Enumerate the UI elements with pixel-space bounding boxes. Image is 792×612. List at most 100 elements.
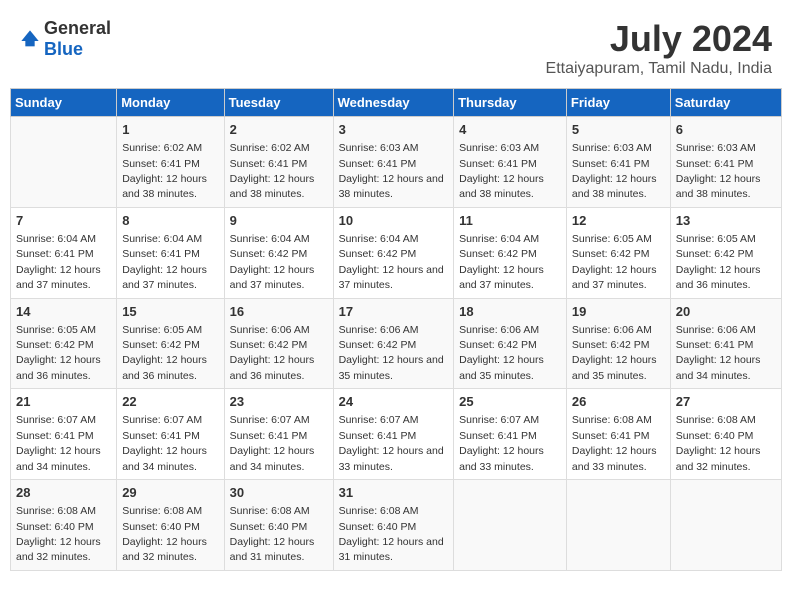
day-number: 17 <box>339 303 449 321</box>
day-detail: Sunrise: 6:03 AMSunset: 6:41 PMDaylight:… <box>339 142 444 200</box>
col-header-wednesday: Wednesday <box>333 89 454 117</box>
day-number: 24 <box>339 393 449 411</box>
day-number: 29 <box>122 484 218 502</box>
day-number: 15 <box>122 303 218 321</box>
col-header-tuesday: Tuesday <box>224 89 333 117</box>
logo: General Blue <box>20 18 111 60</box>
main-title: July 2024 <box>546 18 772 60</box>
day-cell: 28 Sunrise: 6:08 AMSunset: 6:40 PMDayligh… <box>11 480 117 571</box>
logo-text-blue: Blue <box>44 39 83 59</box>
day-number: 16 <box>230 303 328 321</box>
day-number: 23 <box>230 393 328 411</box>
day-number: 4 <box>459 121 561 139</box>
day-detail: Sunrise: 6:06 AMSunset: 6:42 PMDaylight:… <box>230 324 315 382</box>
day-cell: 18 Sunrise: 6:06 AMSunset: 6:42 PMDayligh… <box>454 298 567 389</box>
day-number: 28 <box>16 484 111 502</box>
col-header-sunday: Sunday <box>11 89 117 117</box>
day-detail: Sunrise: 6:05 AMSunset: 6:42 PMDaylight:… <box>572 233 657 291</box>
day-detail: Sunrise: 6:08 AMSunset: 6:40 PMDaylight:… <box>16 505 101 563</box>
day-number: 30 <box>230 484 328 502</box>
day-detail: Sunrise: 6:06 AMSunset: 6:41 PMDaylight:… <box>676 324 761 382</box>
day-cell <box>11 117 117 208</box>
day-number: 19 <box>572 303 665 321</box>
day-number: 20 <box>676 303 776 321</box>
day-cell: 24 Sunrise: 6:07 AMSunset: 6:41 PMDayligh… <box>333 389 454 480</box>
day-number: 27 <box>676 393 776 411</box>
day-cell: 31Sunrise: 6:08 AMSunset: 6:40 PMDayligh… <box>333 480 454 571</box>
day-number: 14 <box>16 303 111 321</box>
day-detail: Sunrise: 6:06 AMSunset: 6:42 PMDaylight:… <box>572 324 657 382</box>
day-number: 5 <box>572 121 665 139</box>
day-cell: 14Sunrise: 6:05 AMSunset: 6:42 PMDayligh… <box>11 298 117 389</box>
day-detail: Sunrise: 6:04 AMSunset: 6:42 PMDaylight:… <box>339 233 444 291</box>
day-detail: Sunrise: 6:07 AMSunset: 6:41 PMDaylight:… <box>339 414 444 472</box>
day-number: 18 <box>459 303 561 321</box>
day-cell: 9Sunrise: 6:04 AMSunset: 6:42 PMDaylight… <box>224 207 333 298</box>
day-number: 9 <box>230 212 328 230</box>
day-detail: Sunrise: 6:07 AMSunset: 6:41 PMDaylight:… <box>122 414 207 472</box>
day-cell: 4 Sunrise: 6:03 AMSunset: 6:41 PMDaylight… <box>454 117 567 208</box>
day-number: 2 <box>230 121 328 139</box>
col-header-monday: Monday <box>117 89 224 117</box>
day-cell: 25 Sunrise: 6:07 AMSunset: 6:41 PMDayligh… <box>454 389 567 480</box>
day-cell: 23Sunrise: 6:07 AMSunset: 6:41 PMDayligh… <box>224 389 333 480</box>
day-cell <box>670 480 781 571</box>
day-detail: Sunrise: 6:08 AMSunset: 6:40 PMDaylight:… <box>230 505 315 563</box>
day-number: 6 <box>676 121 776 139</box>
col-header-friday: Friday <box>566 89 670 117</box>
day-detail: Sunrise: 6:03 AMSunset: 6:41 PMDaylight:… <box>459 142 544 200</box>
day-detail: Sunrise: 6:08 AMSunset: 6:40 PMDaylight:… <box>122 505 207 563</box>
day-cell: 5 Sunrise: 6:03 AMSunset: 6:41 PMDaylight… <box>566 117 670 208</box>
day-cell: 7Sunrise: 6:04 AMSunset: 6:41 PMDaylight… <box>11 207 117 298</box>
day-detail: Sunrise: 6:04 AMSunset: 6:41 PMDaylight:… <box>16 233 101 291</box>
day-cell <box>566 480 670 571</box>
day-cell: 17Sunrise: 6:06 AMSunset: 6:42 PMDayligh… <box>333 298 454 389</box>
col-header-saturday: Saturday <box>670 89 781 117</box>
day-cell: 29 Sunrise: 6:08 AMSunset: 6:40 PMDayligh… <box>117 480 224 571</box>
day-cell: 27 Sunrise: 6:08 AMSunset: 6:40 PMDayligh… <box>670 389 781 480</box>
day-detail: Sunrise: 6:02 AMSunset: 6:41 PMDaylight:… <box>122 142 207 200</box>
day-number: 11 <box>459 212 561 230</box>
day-number: 12 <box>572 212 665 230</box>
day-number: 10 <box>339 212 449 230</box>
logo-text-general: General <box>44 18 111 38</box>
day-number: 31 <box>339 484 449 502</box>
day-cell: 13Sunrise: 6:05 AMSunset: 6:42 PMDayligh… <box>670 207 781 298</box>
day-detail: Sunrise: 6:04 AMSunset: 6:42 PMDaylight:… <box>459 233 544 291</box>
day-detail: Sunrise: 6:07 AMSunset: 6:41 PMDaylight:… <box>16 414 101 472</box>
day-number: 21 <box>16 393 111 411</box>
day-number: 25 <box>459 393 561 411</box>
day-detail: Sunrise: 6:02 AMSunset: 6:41 PMDaylight:… <box>230 142 315 200</box>
day-cell: 21 Sunrise: 6:07 AMSunset: 6:41 PMDayligh… <box>11 389 117 480</box>
week-row-2: 7Sunrise: 6:04 AMSunset: 6:41 PMDaylight… <box>11 207 782 298</box>
day-cell <box>454 480 567 571</box>
day-cell: 3Sunrise: 6:03 AMSunset: 6:41 PMDaylight… <box>333 117 454 208</box>
day-cell: 2 Sunrise: 6:02 AMSunset: 6:41 PMDaylight… <box>224 117 333 208</box>
col-header-thursday: Thursday <box>454 89 567 117</box>
day-cell: 12 Sunrise: 6:05 AMSunset: 6:42 PMDayligh… <box>566 207 670 298</box>
week-row-5: 28 Sunrise: 6:08 AMSunset: 6:40 PMDayligh… <box>11 480 782 571</box>
day-cell: 8Sunrise: 6:04 AMSunset: 6:41 PMDaylight… <box>117 207 224 298</box>
day-detail: Sunrise: 6:08 AMSunset: 6:41 PMDaylight:… <box>572 414 657 472</box>
day-cell: 22Sunrise: 6:07 AMSunset: 6:41 PMDayligh… <box>117 389 224 480</box>
day-cell: 11 Sunrise: 6:04 AMSunset: 6:42 PMDayligh… <box>454 207 567 298</box>
week-row-4: 21 Sunrise: 6:07 AMSunset: 6:41 PMDayligh… <box>11 389 782 480</box>
day-detail: Sunrise: 6:07 AMSunset: 6:41 PMDaylight:… <box>459 414 544 472</box>
day-detail: Sunrise: 6:05 AMSunset: 6:42 PMDaylight:… <box>122 324 207 382</box>
day-detail: Sunrise: 6:03 AMSunset: 6:41 PMDaylight:… <box>676 142 761 200</box>
day-cell: 15 Sunrise: 6:05 AMSunset: 6:42 PMDayligh… <box>117 298 224 389</box>
day-number: 13 <box>676 212 776 230</box>
day-detail: Sunrise: 6:03 AMSunset: 6:41 PMDaylight:… <box>572 142 657 200</box>
day-cell: 20 Sunrise: 6:06 AMSunset: 6:41 PMDayligh… <box>670 298 781 389</box>
day-cell: 16 Sunrise: 6:06 AMSunset: 6:42 PMDayligh… <box>224 298 333 389</box>
day-cell: 26Sunrise: 6:08 AMSunset: 6:41 PMDayligh… <box>566 389 670 480</box>
day-number: 8 <box>122 212 218 230</box>
day-number: 1 <box>122 121 218 139</box>
day-detail: Sunrise: 6:08 AMSunset: 6:40 PMDaylight:… <box>676 414 761 472</box>
header: General Blue July 2024 Ettaiyapuram, Tam… <box>10 10 782 82</box>
day-cell: 19 Sunrise: 6:06 AMSunset: 6:42 PMDayligh… <box>566 298 670 389</box>
week-row-1: 1 Sunrise: 6:02 AMSunset: 6:41 PMDaylight… <box>11 117 782 208</box>
day-cell: 10 Sunrise: 6:04 AMSunset: 6:42 PMDayligh… <box>333 207 454 298</box>
day-detail: Sunrise: 6:06 AMSunset: 6:42 PMDaylight:… <box>459 324 544 382</box>
calendar-table: SundayMondayTuesdayWednesdayThursdayFrid… <box>10 88 782 571</box>
